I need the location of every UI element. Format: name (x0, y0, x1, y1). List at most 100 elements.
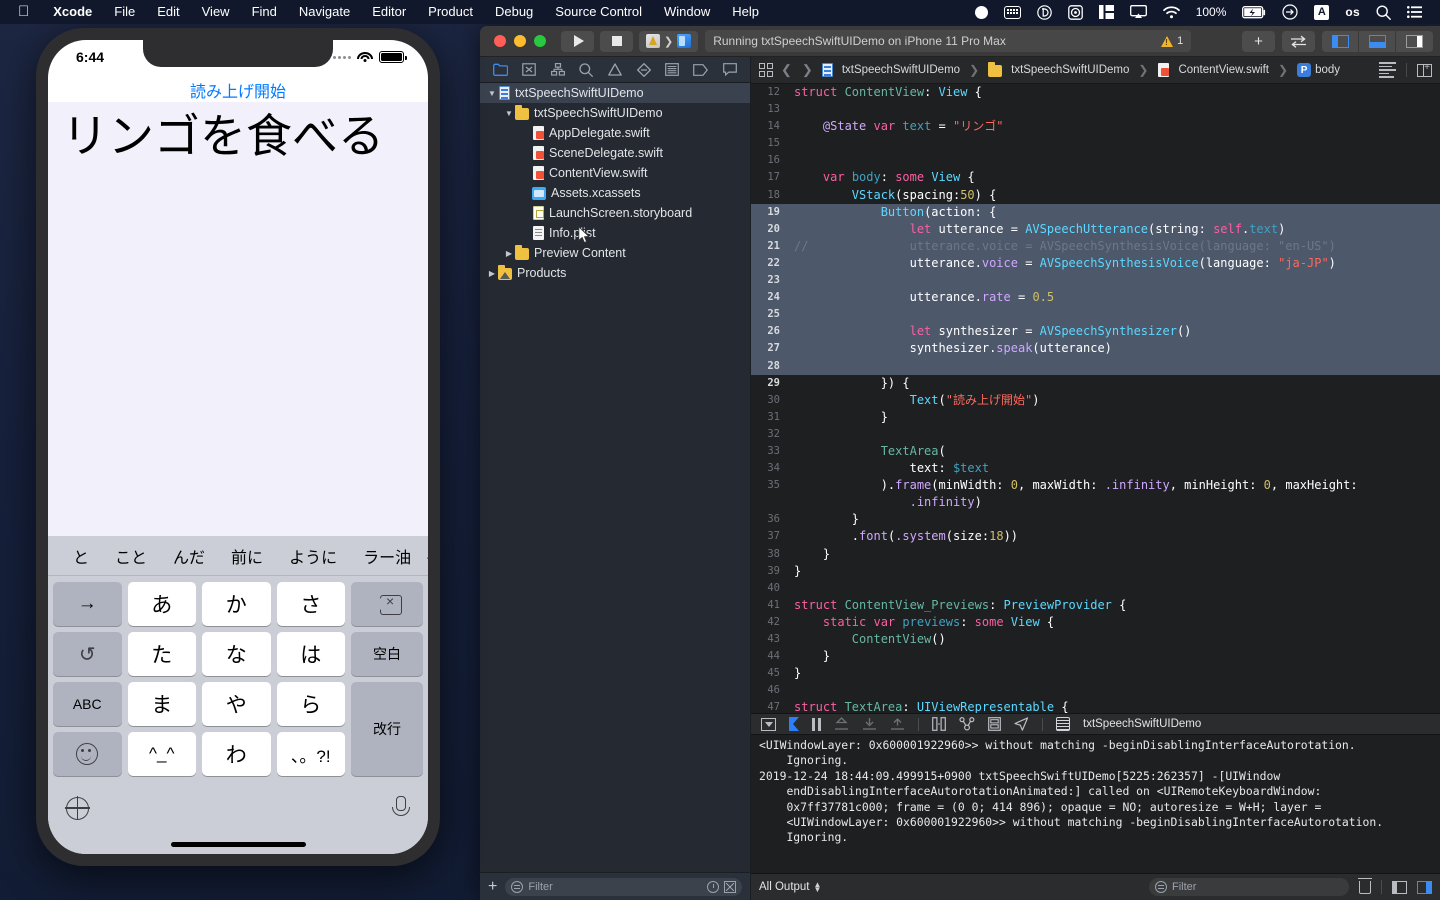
test-navigator-tab[interactable] (633, 60, 655, 80)
issue-navigator-tab[interactable] (604, 60, 626, 80)
menu-item-view[interactable]: View (191, 0, 241, 24)
disclosure-triangle-closed-icon[interactable]: ▶ (503, 249, 515, 258)
console-output[interactable]: <UIWindowLayer: 0x600001922960>> without… (751, 735, 1440, 873)
code-line[interactable]: 28 (751, 357, 1440, 375)
disclosure-triangle-open-icon[interactable]: ▼ (503, 109, 515, 118)
prediction-word[interactable]: 前に (218, 544, 276, 568)
menu-item-edit[interactable]: Edit (146, 0, 190, 24)
breakpoint-navigator-tab[interactable] (690, 60, 712, 80)
code-line[interactable]: 22 utterance.voice = AVSpeechSynthesisVo… (751, 254, 1440, 273)
record-dot-icon[interactable] (967, 0, 996, 24)
tree-item-assets-xcassets[interactable]: ▶Assets.xcassets (480, 183, 750, 203)
code-line[interactable]: 38 } (751, 546, 1440, 563)
prediction-word[interactable]: と (60, 544, 102, 568)
code-line[interactable]: 24 utterance.rate = 0.5 (751, 289, 1440, 307)
key-ma[interactable]: ま (127, 682, 196, 726)
code-line[interactable]: 46 (751, 682, 1440, 699)
add-editor-pane-icon[interactable] (1417, 62, 1432, 77)
show-variables-view-icon[interactable] (1392, 880, 1407, 894)
prediction-word[interactable]: ように (276, 544, 350, 568)
key-punctuation[interactable]: 、。?! (276, 732, 345, 776)
key-return[interactable]: 改行 (351, 682, 423, 776)
location-simulate-icon[interactable] (1014, 717, 1029, 731)
code-line[interactable]: .infinity) (751, 494, 1440, 511)
prediction-word[interactable]: ラー油 (350, 544, 424, 568)
environment-overrides-icon[interactable] (988, 717, 1001, 731)
show-console-view-icon[interactable] (1417, 880, 1432, 894)
minimize-window-button[interactable] (514, 35, 526, 47)
code-line[interactable]: 45} (751, 665, 1440, 682)
code-line[interactable]: 34 text: $text (751, 460, 1440, 477)
code-line[interactable]: 31 } (751, 409, 1440, 426)
zoom-window-button[interactable] (534, 35, 546, 47)
window-layout-icon[interactable] (1091, 0, 1122, 24)
step-into-icon[interactable] (862, 717, 877, 731)
code-line[interactable]: 15 (751, 135, 1440, 152)
input-source-a-icon[interactable]: A (1306, 0, 1337, 24)
menu-item-product[interactable]: Product (417, 0, 484, 24)
code-line[interactable]: 30 Text("読み上げ開始") (751, 392, 1440, 409)
navigator-toggle-button[interactable] (1322, 30, 1359, 52)
close-window-button[interactable] (494, 35, 506, 47)
key-na[interactable]: な (202, 632, 271, 676)
menu-item-debug[interactable]: Debug (484, 0, 544, 24)
warning-indicator[interactable]: 1 (1161, 35, 1183, 47)
key-sa[interactable]: さ (276, 582, 345, 626)
screen-share-icon[interactable] (1060, 0, 1091, 24)
key-delete[interactable] (351, 582, 423, 626)
menu-item-file[interactable]: File (103, 0, 146, 24)
key-undo[interactable]: ↺ (53, 632, 122, 676)
project-file-tree[interactable]: ▼ txtSpeechSwiftUIDemo ▼ txtSpeechSwiftUIDe… (480, 83, 750, 872)
text-input-area[interactable]: リンゴを食べる (48, 102, 428, 536)
code-line[interactable]: 25 (751, 306, 1440, 324)
code-line[interactable]: 29 }) { (751, 375, 1440, 392)
run-button[interactable] (561, 30, 594, 52)
menu-item-navigate[interactable]: Navigate (288, 0, 361, 24)
output-scope-selector[interactable]: All Output ▲ ▼ (759, 881, 821, 894)
globe-icon[interactable] (65, 795, 90, 821)
code-line[interactable]: 36 } (751, 511, 1440, 528)
navigator-filter-field[interactable]: Filter (505, 877, 742, 896)
stop-button[interactable] (600, 30, 633, 52)
pause-icon[interactable] (812, 717, 821, 731)
code-line[interactable]: 41 struct ContentView_Previews: PreviewPr… (751, 597, 1440, 614)
tree-item-products[interactable]: ▶ Products (480, 263, 750, 283)
report-navigator-tab[interactable] (719, 60, 741, 80)
tree-item-info-plist[interactable]: ▶Info.plist (480, 223, 750, 243)
breadcrumb-file[interactable]: ContentView.swift (1157, 63, 1269, 77)
view-hierarchy-icon[interactable] (932, 717, 946, 731)
key-a[interactable]: あ (127, 582, 196, 626)
spotlight-search-icon[interactable] (1368, 0, 1399, 24)
code-line[interactable]: 33 TextArea( (751, 443, 1440, 460)
key-emoji[interactable] (53, 732, 122, 776)
recent-files-filter-icon[interactable] (707, 880, 719, 893)
key-ka[interactable]: か (202, 582, 271, 626)
menu-item-find[interactable]: Find (241, 0, 288, 24)
code-line[interactable]: 47 struct TextArea: UIViewRepresentable { (751, 699, 1440, 713)
chevron-down-icon[interactable]: ⌄ (424, 547, 428, 565)
code-line[interactable]: 43 ContentView() (751, 631, 1440, 648)
breadcrumb-group[interactable]: txtSpeechSwiftUIDemo (988, 62, 1129, 77)
find-navigator-tab[interactable] (575, 60, 597, 80)
os-input-label[interactable]: os (1337, 0, 1368, 24)
code-line[interactable]: 39} (751, 563, 1440, 580)
keyboard-icon[interactable] (996, 0, 1029, 24)
menu-item-editor[interactable]: Editor (361, 0, 417, 24)
tree-item-contentview-swift[interactable]: ▶ContentView.swift (480, 163, 750, 183)
arrow-circle-icon[interactable] (1274, 0, 1306, 24)
symbol-navigator-tab[interactable] (547, 60, 569, 80)
key-wa[interactable]: わ (202, 732, 271, 776)
menu-item-help[interactable]: Help (721, 0, 770, 24)
key-space[interactable]: 空白 (351, 632, 423, 676)
step-over-icon[interactable] (834, 717, 849, 731)
tree-item-appdelegate-swift[interactable]: ▶AppDelegate.swift (480, 123, 750, 143)
code-line[interactable]: 40 (751, 580, 1440, 597)
code-line[interactable]: 13 (751, 101, 1440, 118)
dropbox-icon[interactable] (1029, 0, 1060, 24)
code-line[interactable]: 35 ).frame(minWidth: 0, maxWidth: .infin… (751, 477, 1440, 494)
disclosure-triangle-closed-icon[interactable]: ▶ (486, 269, 498, 278)
project-navigator-tab[interactable] (489, 60, 511, 80)
code-line[interactable]: 20 let utterance = AVSpeechUtterance(str… (751, 220, 1440, 238)
key-ya[interactable]: や (202, 682, 271, 726)
tree-item-txtspeechswiftuidemo[interactable]: ▼ txtSpeechSwiftUIDemo (480, 103, 750, 123)
